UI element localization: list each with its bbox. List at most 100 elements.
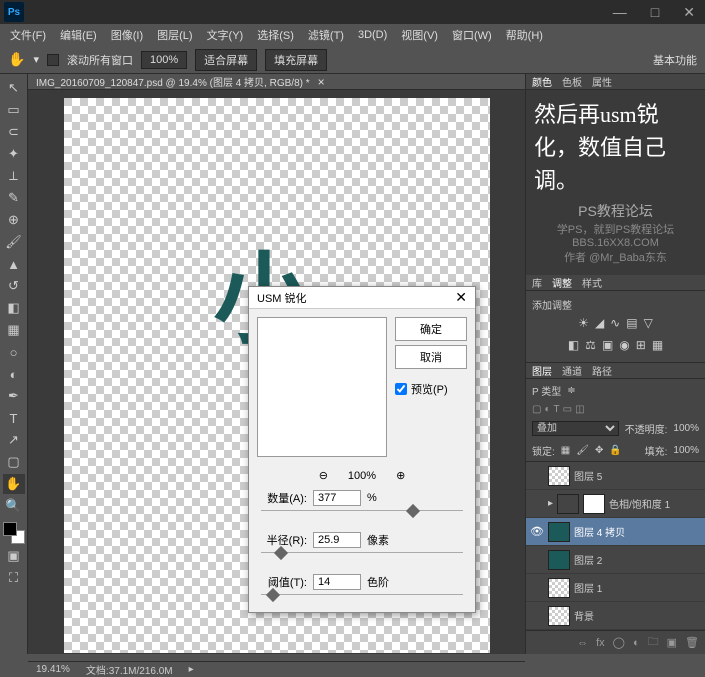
dodge-tool[interactable]: ◐ <box>3 364 25 384</box>
cancel-button[interactable]: 取消 <box>395 345 467 369</box>
preview-box[interactable] <box>257 317 387 457</box>
quickmask-tool[interactable]: ▣ <box>3 546 25 566</box>
brush-tool[interactable]: 🖌 <box>3 232 25 252</box>
layer-thumb[interactable] <box>548 606 570 626</box>
new-layer-icon[interactable]: ▣ <box>667 636 677 649</box>
tab-layers[interactable]: 图层 <box>532 363 552 378</box>
menu-3d[interactable]: 3D(D) <box>352 27 393 43</box>
ok-button[interactable]: 确定 <box>395 317 467 341</box>
menu-help[interactable]: 帮助(H) <box>500 25 549 45</box>
layer-name[interactable]: 图层 2 <box>574 552 602 567</box>
workspace-label[interactable]: 基本功能 <box>653 52 697 68</box>
layer-name[interactable]: 背景 <box>574 608 594 623</box>
radius-input[interactable] <box>313 532 361 548</box>
close-tab-icon[interactable]: × <box>318 75 325 89</box>
layer-row[interactable]: 图层 1 <box>526 574 705 602</box>
exposure-icon[interactable]: ▤ <box>626 316 637 330</box>
layer-thumb[interactable] <box>548 466 570 486</box>
dialog-titlebar[interactable]: USM 锐化 ✕ <box>249 287 475 309</box>
link-icon[interactable]: ⇔ <box>577 637 588 649</box>
amount-input[interactable] <box>313 490 361 506</box>
lock-paint-icon[interactable]: 🖌 <box>576 445 589 456</box>
fx-icon[interactable]: fx <box>596 637 605 649</box>
balance-icon[interactable]: ⚖ <box>585 338 596 352</box>
expand-icon[interactable]: ▸ <box>548 498 553 509</box>
filter-image-icon[interactable]: ▢ <box>532 404 541 415</box>
layer-row[interactable]: ▸ 色相/饱和度 1 <box>526 490 705 518</box>
menu-select[interactable]: 选择(S) <box>251 25 300 45</box>
crop-tool[interactable]: ⟂ <box>3 166 25 186</box>
menu-image[interactable]: 图像(I) <box>105 25 149 45</box>
layer-row[interactable]: 图层 5 <box>526 462 705 490</box>
menu-window[interactable]: 窗口(W) <box>446 25 498 45</box>
fill-screen-button[interactable]: 填充屏幕 <box>265 49 327 71</box>
opacity-value[interactable]: 100% <box>673 423 699 434</box>
eraser-tool[interactable]: ◧ <box>3 298 25 318</box>
scroll-all-checkbox[interactable] <box>47 54 59 66</box>
preview-checkbox[interactable] <box>395 383 407 395</box>
layer-row[interactable]: 背景 <box>526 602 705 630</box>
curves-icon[interactable]: ∿ <box>610 316 620 330</box>
tab-color[interactable]: 颜色 <box>532 74 552 89</box>
layer-row[interactable]: 图层 2 <box>526 546 705 574</box>
dialog-close-icon[interactable]: ✕ <box>455 289 467 306</box>
lock-trans-icon[interactable]: ▦ <box>561 445 570 456</box>
menu-file[interactable]: 文件(F) <box>4 25 52 45</box>
preview-checkbox-row[interactable]: 预览(P) <box>395 381 467 397</box>
menu-edit[interactable]: 编辑(E) <box>54 25 103 45</box>
filter-smart-icon[interactable]: ◫ <box>575 404 584 415</box>
gradient-tool[interactable]: ▦ <box>3 320 25 340</box>
mixer-icon[interactable]: ⊞ <box>636 338 646 352</box>
tab-channels[interactable]: 通道 <box>562 363 582 378</box>
maximize-button[interactable]: □ <box>645 4 665 21</box>
group-icon[interactable]: 🗀 <box>648 633 659 652</box>
menu-filter[interactable]: 滤镜(T) <box>302 25 350 45</box>
tab-properties[interactable]: 属性 <box>592 74 612 89</box>
lock-all-icon[interactable]: 🔒 <box>609 445 621 456</box>
adjustment-thumb[interactable] <box>557 494 579 514</box>
history-brush-tool[interactable]: ↺ <box>3 276 25 296</box>
layer-name[interactable]: 图层 4 拷贝 <box>574 524 625 539</box>
menu-view[interactable]: 视图(V) <box>395 25 444 45</box>
tab-paths[interactable]: 路径 <box>592 363 612 378</box>
close-button[interactable]: ✕ <box>677 4 701 21</box>
brightness-icon[interactable]: ☀ <box>578 316 589 330</box>
tab-swatches[interactable]: 色板 <box>562 74 582 89</box>
pen-tool[interactable]: ✒ <box>3 386 25 406</box>
adjustment-icon[interactable]: ◐ <box>633 637 640 649</box>
fit-screen-button[interactable]: 适合屏幕 <box>195 49 257 71</box>
move-tool[interactable]: ↖ <box>3 78 25 98</box>
menu-type[interactable]: 文字(Y) <box>201 25 250 45</box>
filter-dropdown-icon[interactable]: ≑ <box>567 385 575 396</box>
tab-adjustments[interactable]: 调整 <box>552 275 572 290</box>
zoom-100-button[interactable]: 100% <box>141 51 187 69</box>
layer-thumb[interactable] <box>548 522 570 542</box>
path-tool[interactable]: ↗ <box>3 430 25 450</box>
layer-name[interactable]: 图层 1 <box>574 580 602 595</box>
trash-icon[interactable]: 🗑 <box>685 636 699 649</box>
layer-name[interactable]: 色相/饱和度 1 <box>609 496 670 511</box>
healing-tool[interactable]: ⊕ <box>3 210 25 230</box>
layer-name[interactable]: 图层 5 <box>574 468 602 483</box>
marquee-tool[interactable]: ▭ <box>3 100 25 120</box>
lasso-tool[interactable]: ⊂ <box>3 122 25 142</box>
filter-shape-icon[interactable]: ▭ <box>563 404 572 415</box>
document-tab[interactable]: IMG_20160709_120847.psd @ 19.4% (图层 4 拷贝… <box>28 74 525 90</box>
eyedropper-tool[interactable]: ✎ <box>3 188 25 208</box>
foreground-color[interactable] <box>3 522 17 536</box>
radius-slider[interactable] <box>261 552 463 564</box>
filter-adj-icon[interactable]: ◐ <box>544 404 550 415</box>
zoom-in-icon[interactable]: ⊕ <box>396 469 405 482</box>
blur-tool[interactable]: ○ <box>3 342 25 362</box>
hand-tool[interactable]: ✋ <box>3 474 25 494</box>
zoom-level[interactable]: 19.41% <box>36 664 70 675</box>
minimize-button[interactable]: — <box>607 4 633 21</box>
amount-slider[interactable] <box>261 510 463 522</box>
lock-pos-icon[interactable]: ✥ <box>595 445 603 456</box>
tab-styles[interactable]: 样式 <box>582 275 602 290</box>
shape-tool[interactable]: ▢ <box>3 452 25 472</box>
mask-thumb[interactable] <box>583 494 605 514</box>
color-swatches[interactable] <box>3 522 25 544</box>
status-arrow-icon[interactable]: ▸ <box>189 664 194 675</box>
vibrance-icon[interactable]: ▽ <box>644 316 653 330</box>
